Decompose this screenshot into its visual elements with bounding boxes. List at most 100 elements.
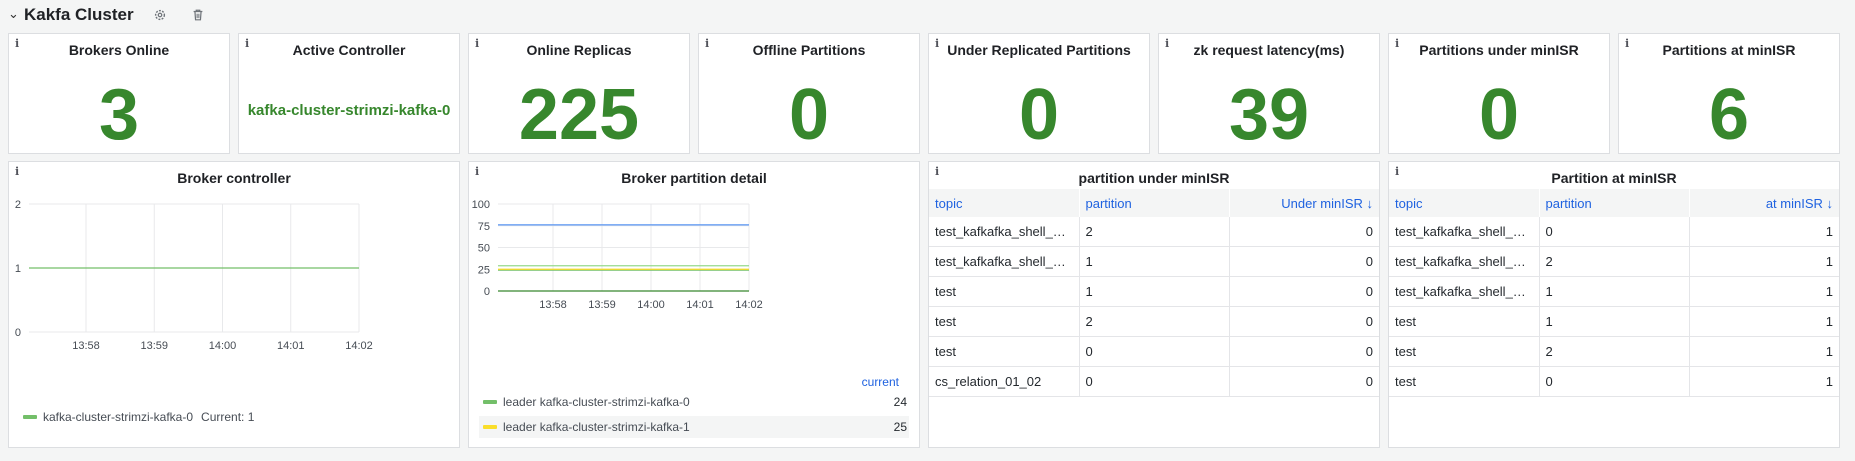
stat-panel-partitions-at-minisr[interactable]: i Partitions at minISR 6 xyxy=(1618,33,1840,155)
dashboard-row-header[interactable]: ⌄ Kakfa Cluster xyxy=(8,2,210,28)
stat-panel-brokers-online[interactable]: i Brokers Online 3 xyxy=(8,33,230,155)
x-tick-label: 13:58 xyxy=(72,340,100,352)
table-row: test 2 1 xyxy=(1389,336,1839,367)
legend-current-header[interactable]: current xyxy=(862,375,899,389)
table-row: test 1 0 xyxy=(929,276,1379,307)
cell-topic: test xyxy=(1389,336,1540,367)
x-tick-label: 13:58 xyxy=(539,299,567,311)
table-row: test_kafkafka_shell_deploy 0 1 xyxy=(1389,217,1839,247)
cell-topic: test xyxy=(1389,306,1540,337)
cell-topic: cs_relation_01_02 xyxy=(929,366,1080,397)
cell-topic: test_kafkafka_shell_deploy xyxy=(1389,217,1540,247)
panel-title: Broker controller xyxy=(177,170,291,186)
cell-partition: 1 xyxy=(1539,306,1690,337)
legend-item[interactable]: leader kafka-cluster-strimzi-kafka-0 24 xyxy=(479,391,909,413)
table-header-row: topic partition Under minISR ↓ xyxy=(929,189,1379,217)
y-tick-label: 75 xyxy=(478,221,490,233)
cell-topic: test xyxy=(929,306,1080,337)
table-row: test_kafkafka_shell_deploy 1 1 xyxy=(1389,276,1839,307)
broker-controller-chart[interactable]: 0 1 2 13:58 13:59 14:00 14:01 14:02 xyxy=(9,192,461,382)
column-header-topic[interactable]: topic xyxy=(1389,189,1540,217)
cell-partition: 2 xyxy=(1539,246,1690,277)
cell-value: 0 xyxy=(1229,217,1379,247)
legend-swatch xyxy=(483,425,497,429)
cell-value: 0 xyxy=(1229,306,1379,337)
column-header-under-minisr[interactable]: Under minISR ↓ xyxy=(1229,189,1379,217)
stat-panel-zk-request-latency[interactable]: i zk request latency(ms) 39 xyxy=(1158,33,1380,155)
panel-title: Brokers Online xyxy=(68,42,170,58)
stat-panel-offline-partitions[interactable]: i Offline Partitions 0 xyxy=(698,33,920,155)
column-header-topic[interactable]: topic xyxy=(929,189,1080,217)
partition-under-minisr-table: topic partition Under minISR ↓ test_kafk… xyxy=(929,189,1379,397)
cell-value: 1 xyxy=(1689,336,1839,367)
cell-topic: test xyxy=(1389,366,1540,397)
stat-value: 0 xyxy=(1478,75,1520,155)
cell-value: 1 xyxy=(1689,276,1839,307)
cell-partition: 1 xyxy=(1079,276,1230,307)
cell-value: 0 xyxy=(1229,336,1379,367)
y-tick-label: 50 xyxy=(478,243,490,255)
broker-controller-panel[interactable]: i Broker controller 0 1 2 13:58 13:59 14:00 14… xyxy=(8,161,460,448)
cell-value: 0 xyxy=(1229,366,1379,397)
legend-current-value: Current: 1 xyxy=(201,410,255,424)
panel-title: Partition at minISR xyxy=(1551,170,1677,186)
stat-panel-active-controller[interactable]: i Active Controller kafka-cluster-strimz… xyxy=(238,33,460,154)
chevron-down-icon[interactable]: ⌄ xyxy=(8,6,19,22)
panel-title: Partitions under minISR xyxy=(1419,42,1579,58)
y-tick-label: 0 xyxy=(484,286,490,298)
cell-value: 1 xyxy=(1689,217,1839,247)
stat-value: 3 xyxy=(98,75,140,155)
legend-item[interactable]: leader kafka-cluster-strimzi-kafka-1 25 xyxy=(479,416,909,438)
stat-panel-partitions-under-minisr[interactable]: i Partitions under minISR 0 xyxy=(1388,33,1610,155)
column-header-at-minisr[interactable]: at minISR ↓ xyxy=(1689,189,1839,217)
x-tick-label: 14:01 xyxy=(277,340,305,352)
x-tick-label: 14:02 xyxy=(345,340,373,352)
cell-partition: 0 xyxy=(1079,336,1230,367)
row-title[interactable]: Kakfa Cluster xyxy=(24,5,134,25)
broker-partition-chart[interactable]: 0 25 50 75 100 13:58 13:59 14:00 14:01 14:02 xyxy=(469,192,921,332)
cell-topic: test_kafkafka_shell_deploy xyxy=(1389,276,1540,307)
stat-panel-under-replicated-partitions[interactable]: i Under Replicated Partitions 0 xyxy=(928,33,1150,155)
panel-title: partition under minISR xyxy=(1078,170,1230,186)
table-row: cs_relation_01_02 0 0 xyxy=(929,366,1379,397)
partition-under-minisr-panel[interactable]: i partition under minISR topic partition… xyxy=(928,161,1380,448)
y-tick-label: 100 xyxy=(472,199,490,211)
cell-value: 0 xyxy=(1229,276,1379,307)
stat-value: 6 xyxy=(1708,75,1750,155)
x-tick-label: 14:01 xyxy=(686,299,714,311)
cell-topic: test xyxy=(929,276,1080,307)
cell-partition: 1 xyxy=(1539,276,1690,307)
table-row: test_kafkafka_shell_deploy 2 0 xyxy=(929,217,1379,247)
cell-partition: 2 xyxy=(1079,306,1230,337)
legend-series-name: kafka-cluster-strimzi-kafka-0 xyxy=(43,410,194,424)
partition-at-minisr-panel[interactable]: i Partition at minISR topic partition at… xyxy=(1388,161,1840,448)
table-header-row: topic partition at minISR ↓ xyxy=(1389,189,1839,217)
column-header-partition[interactable]: partition xyxy=(1079,189,1230,217)
trash-icon[interactable] xyxy=(186,3,210,27)
stat-value: 0 xyxy=(1018,75,1060,155)
table-row: test 1 1 xyxy=(1389,306,1839,337)
y-tick-label: 2 xyxy=(15,199,21,211)
panel-title: Active Controller xyxy=(292,42,406,58)
stat-value: 0 xyxy=(788,75,830,155)
cell-value: 1 xyxy=(1689,306,1839,337)
column-header-partition[interactable]: partition xyxy=(1539,189,1690,217)
legend-value: 25 xyxy=(893,420,907,434)
y-tick-label: 25 xyxy=(478,264,490,276)
stat-panel-online-replicas[interactable]: i Online Replicas 225 xyxy=(468,33,690,155)
panel-title: Broker partition detail xyxy=(621,170,767,186)
x-tick-label: 14:02 xyxy=(735,299,763,311)
gear-icon[interactable] xyxy=(148,3,172,27)
legend-swatch xyxy=(483,400,497,404)
cell-value: 1 xyxy=(1689,366,1839,397)
x-tick-label: 13:59 xyxy=(588,299,616,311)
legend-series-name: leader kafka-cluster-strimzi-kafka-0 xyxy=(503,395,690,409)
stat-value: kafka-cluster-strimzi-kafka-0 xyxy=(247,102,451,119)
cell-topic: test_kafkafka_shell_deploy xyxy=(929,246,1080,277)
legend-series-name: leader kafka-cluster-strimzi-kafka-1 xyxy=(503,420,690,434)
table-row: test 0 1 xyxy=(1389,366,1839,397)
broker-partition-panel[interactable]: i Broker partition detail 0 25 50 75 100 13:5… xyxy=(468,161,920,448)
panel-title: Online Replicas xyxy=(526,42,632,58)
panel-title: Partitions at minISR xyxy=(1662,42,1796,58)
legend-item[interactable]: kafka-cluster-strimzi-kafka-0 Current: 1 xyxy=(19,406,449,428)
